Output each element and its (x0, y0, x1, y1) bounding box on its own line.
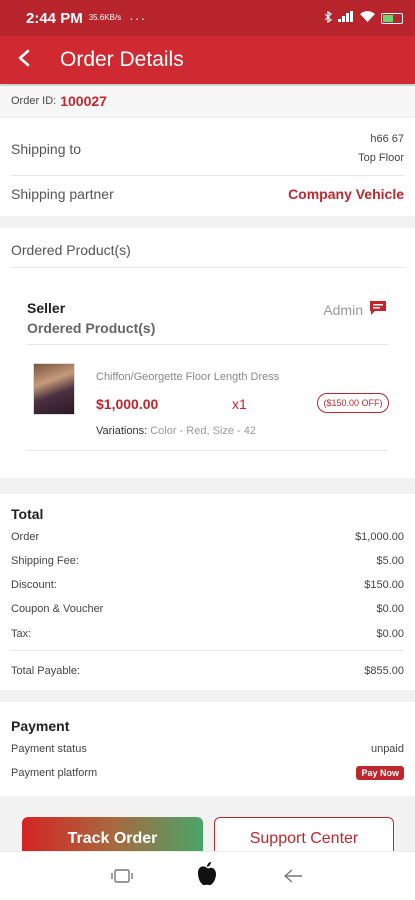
divider (27, 450, 388, 451)
summary-row-discount: Discount: $150.00 (11, 579, 404, 591)
payment-platform-row: Payment platform Pay Now (11, 766, 404, 780)
shipping-partner-row: Shipping partner Company Vehicle (11, 184, 404, 204)
summary-value: $0.00 (376, 603, 404, 615)
payment-platform-label: Payment platform (11, 767, 98, 779)
nav-back-icon[interactable] (280, 864, 306, 888)
shipping-partner-label: Shipping partner (11, 186, 114, 202)
divider (11, 650, 404, 651)
seller-label: Seller (27, 300, 66, 316)
signal-icon (338, 11, 354, 25)
order-id-value: 100027 (60, 93, 107, 109)
back-button[interactable] (0, 36, 48, 84)
shipping-card: Shipping to h66 67 Top Floor Shipping pa… (0, 118, 415, 216)
recents-icon[interactable] (109, 864, 135, 888)
variations-value: Color - Red, Size - 42 (150, 425, 256, 437)
pay-now-button[interactable]: Pay Now (356, 766, 404, 780)
shipping-to-row: Shipping to h66 67 Top Floor (11, 130, 404, 168)
back-arrow-icon (17, 49, 31, 72)
summary-row-total-payable: Total Payable: $855.00 (11, 665, 404, 677)
ordered-products-heading: Ordered Product(s) (11, 242, 131, 258)
divider (27, 344, 388, 345)
summary-value: $0.00 (376, 628, 404, 640)
order-id-row: Order ID: 100027 (0, 86, 415, 116)
seller-name: Admin (323, 302, 363, 318)
payment-title: Payment (11, 718, 70, 734)
summary-label: Discount: (11, 579, 57, 591)
divider (11, 175, 404, 176)
shipping-address: h66 67 Top Floor (358, 130, 404, 168)
address-line-2: Top Floor (358, 152, 404, 164)
shipping-to-label: Shipping to (11, 141, 82, 157)
product-price: $1,000.00 (96, 396, 159, 412)
shipping-partner-value: Company Vehicle (288, 186, 404, 202)
wifi-icon (360, 11, 375, 25)
summary-row-coupon: Coupon & Voucher $0.00 (11, 603, 404, 615)
page-title: Order Details (60, 48, 184, 71)
more-notifications-icon: ··· (129, 10, 147, 26)
payment-status-label: Payment status (11, 743, 87, 755)
summary-value: $5.00 (376, 555, 404, 567)
summary-value: $1,000.00 (355, 531, 404, 543)
apple-icon[interactable] (194, 862, 220, 886)
payment-status-row: Payment status unpaid (11, 743, 404, 755)
ordered-products-card: Ordered Product(s) Seller Ordered Produc… (0, 228, 415, 478)
payment-status-value: unpaid (370, 743, 404, 755)
status-time: 2:44 PM (26, 9, 83, 27)
battery-icon (381, 12, 403, 24)
summary-row-tax: Tax: $0.00 (11, 628, 404, 640)
address-line-1: h66 67 (370, 133, 404, 145)
product-name: Chiffon/Georgette Floor Length Dress (96, 371, 280, 383)
product-quantity: x1 (232, 396, 247, 412)
network-speed: 35.6KB/s (88, 13, 122, 22)
seller-products-label: Ordered Product(s) (27, 320, 156, 336)
variations-label: Variations: (96, 425, 148, 437)
summary-value: $150.00 (364, 579, 404, 591)
bluetooth-icon (324, 10, 332, 26)
order-id-label: Order ID: (11, 95, 57, 107)
payment-card: Payment Payment status unpaid Payment pl… (0, 702, 415, 796)
total-summary-card: Total Order $1,000.00 Shipping Fee: $5.0… (0, 494, 415, 690)
discount-badge: ($150.00 OFF) (317, 393, 389, 413)
product-variations: Variations: Color - Red, Size - 42 (96, 425, 256, 437)
summary-row-order: Order $1,000.00 (11, 531, 404, 543)
status-bar: 2:44 PM 35.6KB/s ··· (0, 0, 415, 36)
summary-label: Shipping Fee: (11, 555, 79, 567)
summary-label: Coupon & Voucher (11, 603, 104, 615)
summary-label: Order (11, 531, 40, 543)
chat-icon[interactable] (369, 300, 387, 316)
summary-label: Tax: (11, 628, 32, 640)
product-thumbnail (33, 363, 75, 415)
divider (11, 267, 404, 268)
total-payable-label: Total Payable: (11, 665, 81, 677)
summary-row-shipping-fee: Shipping Fee: $5.00 (11, 555, 404, 567)
total-title: Total (11, 506, 44, 522)
total-payable-value: $855.00 (364, 665, 404, 677)
app-header: Order Details (0, 36, 415, 84)
system-navigation-bar (0, 851, 415, 900)
